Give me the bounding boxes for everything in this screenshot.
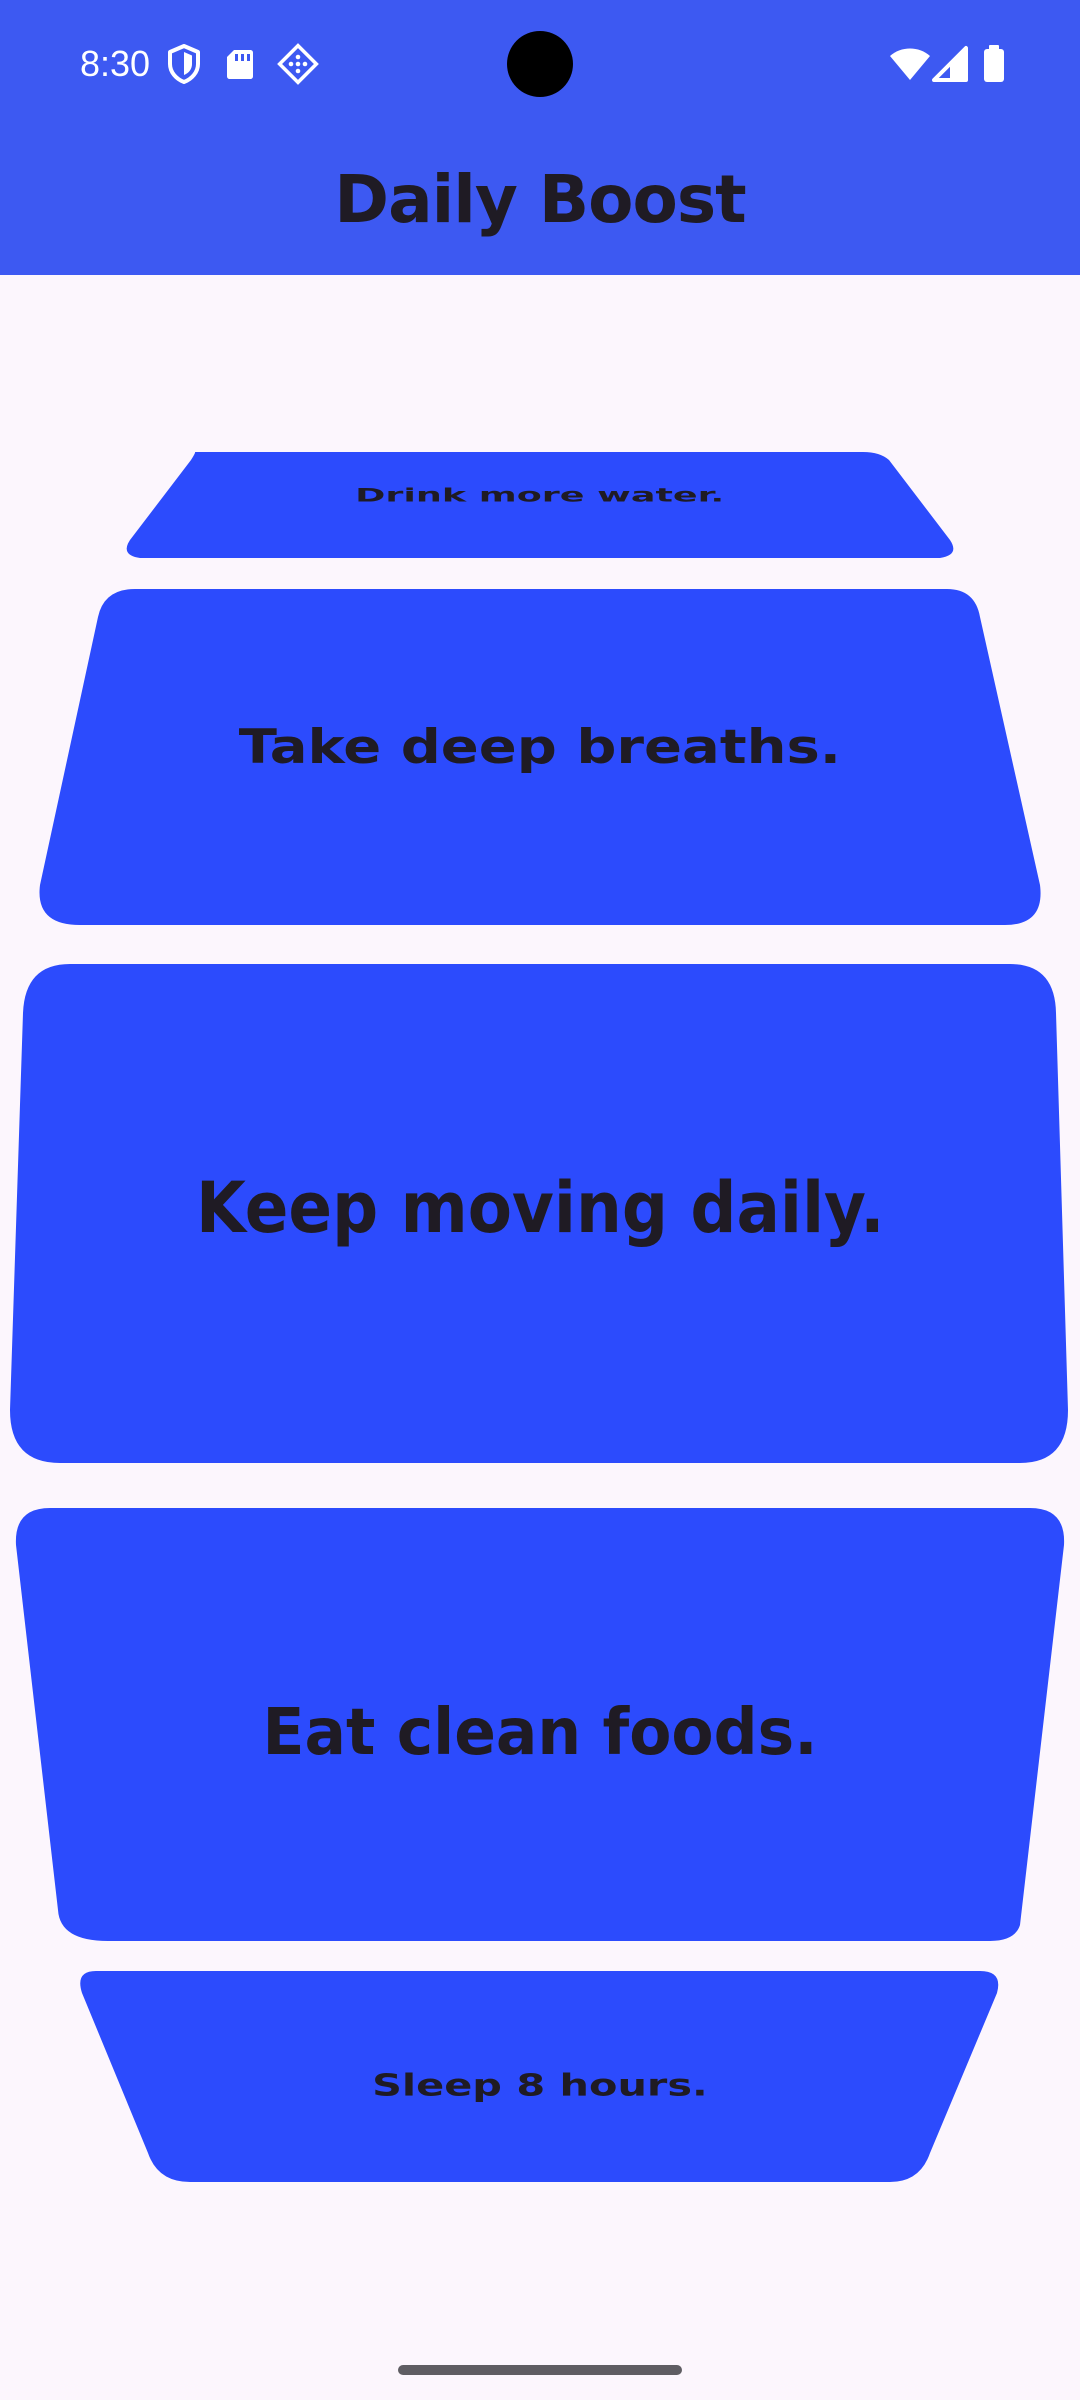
shield-icon	[168, 44, 200, 84]
carousel-cards	[10, 452, 1068, 2182]
card-label-deep-breaths: Take deep breaths.	[238, 719, 842, 775]
camera-cutout	[507, 31, 573, 97]
card-label-sleep-hours: Sleep 8 hours.	[372, 2068, 708, 2103]
cast-diamond-icon	[277, 43, 319, 85]
app-title: Daily Boost	[334, 161, 746, 238]
card-label-keep-moving: Keep moving daily.	[195, 1167, 885, 1249]
card-label-drink-water: Drink more water.	[355, 484, 725, 507]
app-bar: 8:30 Daily Boost	[0, 0, 1080, 275]
home-indicator[interactable]	[398, 2365, 682, 2375]
signal-icon	[932, 46, 968, 82]
status-time: 8:30	[80, 43, 151, 84]
card-label-eat-clean: Eat clean foods.	[262, 1696, 818, 1770]
battery-icon	[984, 45, 1004, 82]
carousel[interactable]: Drink more water. Take deep breaths. Kee…	[0, 275, 1080, 2300]
sd-card-icon	[227, 50, 253, 79]
